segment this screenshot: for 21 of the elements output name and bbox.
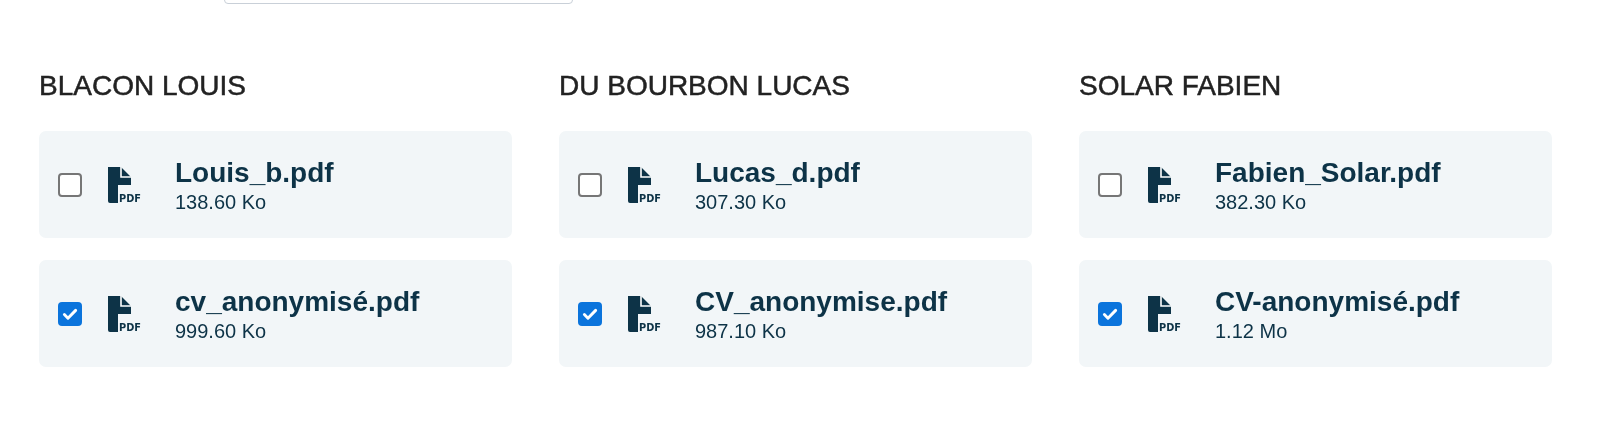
- file-size: 1.12 Mo: [1215, 318, 1289, 343]
- candidate-name: BLACON LOUIS: [39, 70, 247, 102]
- checkbox[interactable]: [58, 301, 82, 326]
- candidate-name: SOLAR FABIEN: [1079, 70, 1283, 102]
- candidate-name: DU BOURBON LUCAS: [559, 70, 851, 102]
- file-size: 307.30 Ko: [695, 189, 788, 214]
- file-name[interactable]: CV_anonymise.pdf: [695, 284, 948, 319]
- file-name[interactable]: Lucas_d.pdf: [695, 155, 860, 190]
- checkbox[interactable]: [578, 301, 602, 326]
- file-name[interactable]: cv_anonymisé.pdf: [175, 284, 420, 319]
- checkbox[interactable]: [58, 172, 82, 197]
- file-name[interactable]: CV-anonymisé.pdf: [1215, 284, 1460, 319]
- file-name[interactable]: Louis_b.pdf: [175, 155, 334, 190]
- checkbox[interactable]: [1098, 172, 1122, 197]
- file-size: 382.30 Ko: [1215, 189, 1308, 214]
- checkbox[interactable]: [1098, 301, 1122, 326]
- checkbox[interactable]: [578, 172, 602, 197]
- file-size: 999.60 Ko: [175, 318, 268, 343]
- file-name[interactable]: Fabien_Solar.pdf: [1215, 155, 1441, 190]
- file-size: 987.10 Ko: [695, 318, 788, 343]
- file-size: 138.60 Ko: [175, 189, 268, 214]
